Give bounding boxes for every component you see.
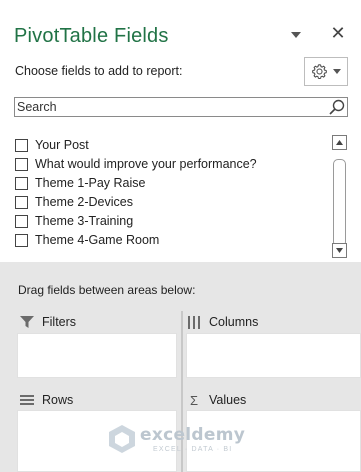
- caret-down-icon: [291, 32, 301, 38]
- rows-area-header: Rows: [19, 390, 73, 410]
- scroll-up-button[interactable]: [332, 135, 347, 150]
- rows-icon: [19, 393, 35, 407]
- tools-button[interactable]: [304, 57, 348, 86]
- close-button[interactable]: ✕: [328, 22, 348, 44]
- field-checkbox[interactable]: [15, 195, 28, 209]
- caret-up-icon: [336, 140, 343, 145]
- watermark-name: exceldemy: [140, 425, 246, 445]
- field-list-scrollbar[interactable]: [332, 135, 347, 259]
- columns-drop-zone[interactable]: [186, 333, 361, 378]
- field-label: Theme 4-Game Room: [35, 233, 160, 247]
- field-list: Your Post What would improve your perfor…: [14, 133, 348, 259]
- field-checkbox[interactable]: [15, 138, 28, 152]
- field-label: Theme 3-Training: [35, 214, 134, 228]
- field-item[interactable]: Your Post: [15, 136, 325, 154]
- search-field[interactable]: [14, 97, 348, 117]
- watermark-logo-icon: [109, 425, 135, 453]
- sigma-icon: Σ: [189, 392, 199, 408]
- choose-fields-label: Choose fields to add to report:: [15, 64, 183, 78]
- scroll-down-button[interactable]: [332, 243, 347, 258]
- task-pane-options-button[interactable]: [289, 29, 303, 41]
- watermark-tagline: EXCEL · DATA · BI: [153, 446, 233, 453]
- rows-label: Rows: [42, 393, 74, 407]
- filters-drop-zone[interactable]: [17, 333, 177, 378]
- columns-icon: [186, 315, 202, 329]
- field-checkbox[interactable]: [15, 214, 28, 228]
- field-item[interactable]: Theme 1-Pay Raise: [15, 174, 325, 192]
- scroll-thumb[interactable]: [333, 159, 346, 247]
- columns-area-header: Columns: [186, 312, 258, 332]
- search-input[interactable]: [15, 98, 325, 116]
- gear-icon: [312, 64, 327, 80]
- field-item[interactable]: What would improve your performance?: [15, 155, 325, 173]
- field-checkbox[interactable]: [15, 233, 28, 247]
- search-icon[interactable]: [328, 99, 346, 116]
- field-item[interactable]: Theme 4-Game Room: [15, 231, 325, 249]
- field-item[interactable]: Theme 2-Devices: [15, 193, 325, 211]
- close-icon: ✕: [330, 23, 346, 43]
- field-label: Theme 1-Pay Raise: [35, 176, 146, 190]
- filter-icon: [19, 315, 35, 329]
- field-checkbox[interactable]: [15, 176, 28, 190]
- pane-title: PivotTable Fields: [14, 25, 169, 47]
- field-label: Your Post: [35, 138, 89, 152]
- drag-instruction: Drag fields between areas below:: [18, 283, 196, 297]
- field-item[interactable]: Theme 3-Training: [15, 212, 325, 230]
- caret-down-icon: [333, 69, 341, 74]
- caret-down-icon: [336, 248, 343, 253]
- values-label: Values: [209, 393, 247, 407]
- field-checkbox[interactable]: [15, 157, 28, 171]
- field-list-panel: PivotTable Fields ✕ Choose fields to add…: [0, 0, 361, 262]
- columns-label: Columns: [209, 315, 259, 329]
- filters-label: Filters: [42, 315, 77, 329]
- values-area-header: Σ Values: [186, 390, 246, 410]
- exceldemy-watermark: exceldemy EXCEL · DATA · BI: [108, 424, 268, 458]
- field-label: What would improve your performance?: [35, 157, 257, 171]
- field-label: Theme 2-Devices: [35, 195, 133, 209]
- filters-area-header: Filters: [19, 312, 76, 332]
